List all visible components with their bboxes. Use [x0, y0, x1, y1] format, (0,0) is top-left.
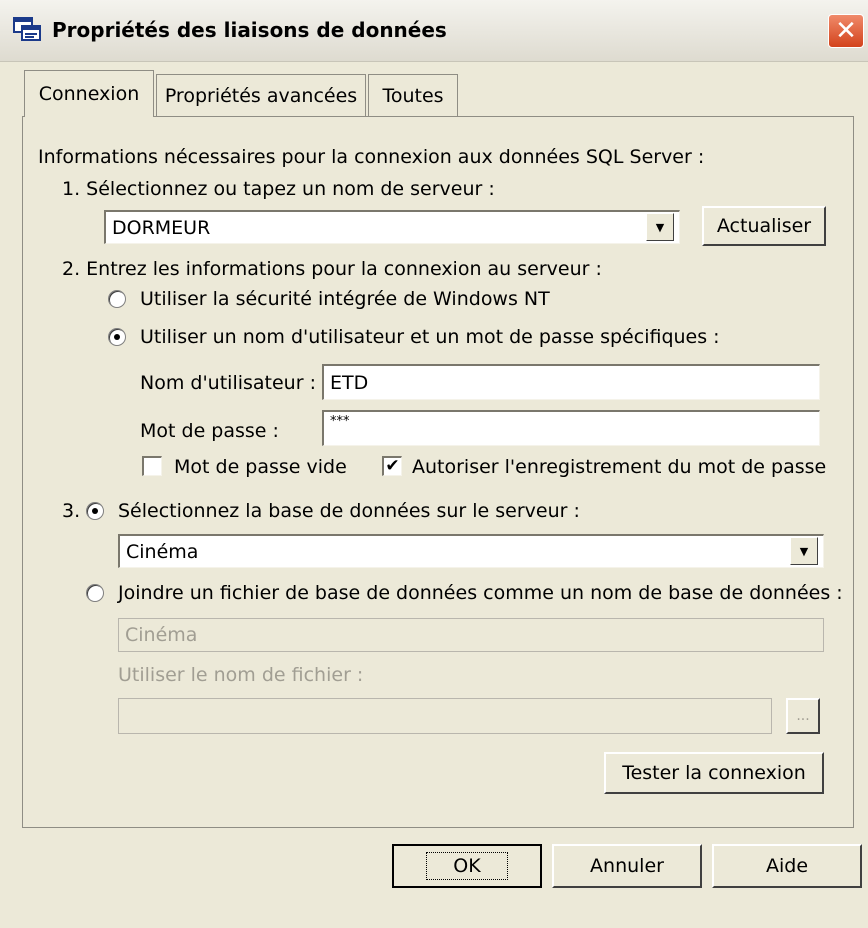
browse-button[interactable]: ...	[786, 698, 820, 734]
server-value: DORMEUR	[112, 216, 211, 239]
test-connection-button[interactable]: Tester la connexion	[604, 752, 824, 794]
password-value: ***	[330, 414, 350, 429]
close-icon: ✕	[835, 16, 857, 46]
window-title: Propriétés des liaisons de données	[52, 18, 447, 42]
radio-selected-dot	[114, 334, 120, 340]
radio-integrated-security[interactable]	[108, 290, 126, 308]
database-combobox[interactable]: Cinéma	[118, 534, 824, 568]
server-combobox[interactable]: DORMEUR	[104, 210, 680, 244]
attach-db-name-value: Cinéma	[125, 624, 198, 646]
dialog-window: Propriétés des liaisons de données ✕ Pro…	[0, 0, 868, 928]
help-button[interactable]: Aide	[712, 844, 862, 888]
password-field[interactable]: ***	[322, 410, 820, 446]
radio-select-database-label[interactable]: Sélectionnez la base de données sur le s…	[118, 500, 580, 522]
checkmark-icon: ✔	[385, 456, 400, 476]
filename-field[interactable]	[118, 698, 772, 734]
title-bar[interactable]: Propriétés des liaisons de données ✕	[0, 0, 868, 62]
cancel-button[interactable]: Annuler	[552, 844, 702, 888]
save-password-label[interactable]: Autoriser l'enregistrement du mot de pas…	[412, 456, 826, 478]
radio-specific-credentials-label[interactable]: Utiliser un nom d'utilisateur et un mot …	[140, 326, 720, 348]
database-value: Cinéma	[126, 540, 199, 563]
tab-label: Toutes	[382, 84, 444, 107]
save-password-checkbox[interactable]: ✔	[382, 456, 402, 476]
radio-selected-dot	[92, 508, 98, 514]
intro-text: Informations nécessaires pour la connexi…	[38, 146, 705, 168]
tab-label: Propriétés avancées	[164, 84, 358, 107]
ok-button[interactable]: OK	[392, 844, 542, 888]
refresh-button-label: Actualiser	[716, 215, 812, 237]
radio-select-database[interactable]	[86, 502, 104, 520]
radio-integrated-security-label[interactable]: Utiliser la sécurité intégrée de Windows…	[140, 288, 550, 310]
chevron-down-icon: ▼	[655, 220, 665, 234]
radio-specific-credentials[interactable]	[108, 328, 126, 346]
radio-attach-file[interactable]	[86, 584, 104, 602]
step2-label: 2. Entrez les informations pour la conne…	[62, 258, 602, 280]
radio-attach-file-label[interactable]: Joindre un fichier de base de données co…	[118, 582, 843, 604]
attach-db-name-field[interactable]: Cinéma	[118, 618, 824, 652]
ok-button-label: OK	[426, 852, 508, 880]
step1-label: 1. Sélectionnez ou tapez un nom de serve…	[62, 178, 495, 200]
refresh-button[interactable]: Actualiser	[702, 206, 826, 246]
browse-button-label: ...	[796, 708, 810, 724]
username-value: ETD	[330, 371, 369, 394]
blank-password-label[interactable]: Mot de passe vide	[174, 456, 347, 478]
data-link-icon	[12, 16, 42, 42]
chevron-down-icon: ▼	[799, 544, 809, 558]
filename-label: Utiliser le nom de fichier :	[118, 664, 364, 686]
tab-proprietes-avancees[interactable]: Propriétés avancées	[156, 74, 366, 116]
tab-toutes[interactable]: Toutes	[368, 74, 458, 116]
blank-password-checkbox[interactable]	[142, 456, 162, 476]
tab-label: Connexion	[38, 83, 140, 105]
password-label: Mot de passe :	[140, 420, 279, 442]
test-connection-label: Tester la connexion	[622, 762, 806, 784]
step3-number: 3.	[62, 500, 81, 522]
close-button[interactable]: ✕	[828, 14, 864, 48]
tab-connexion[interactable]: Connexion	[24, 70, 154, 117]
help-button-label: Aide	[765, 855, 809, 877]
username-label: Nom d'utilisateur :	[140, 372, 316, 394]
username-field[interactable]: ETD	[322, 364, 820, 400]
cancel-button-label: Annuler	[590, 855, 664, 877]
server-dropdown-button[interactable]: ▼	[646, 213, 674, 241]
database-dropdown-button[interactable]: ▼	[790, 537, 818, 565]
